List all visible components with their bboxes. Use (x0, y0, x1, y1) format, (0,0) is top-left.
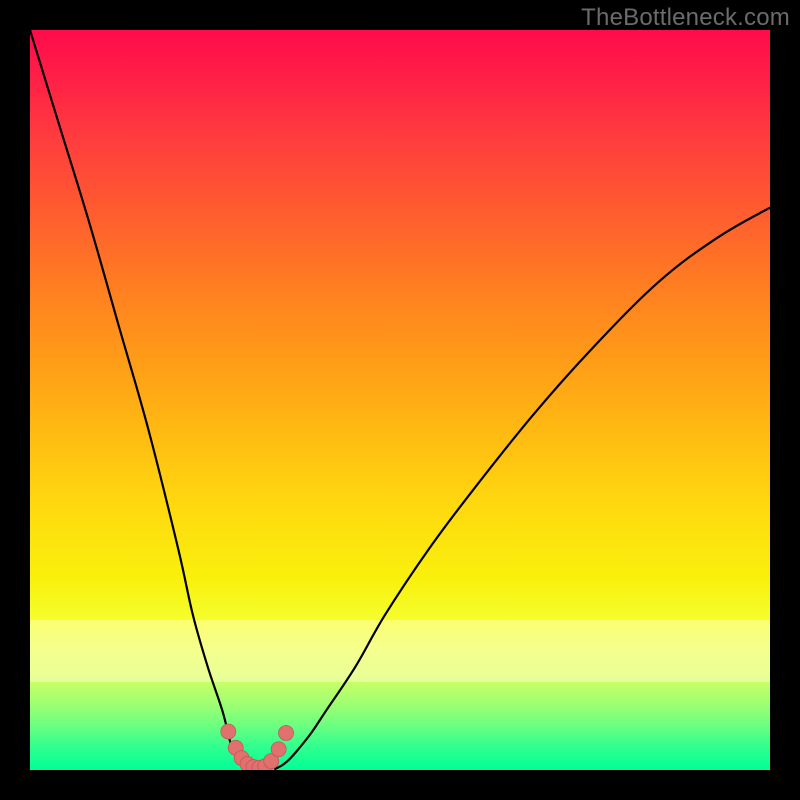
right-curve (274, 208, 770, 770)
valley-marker (221, 724, 236, 739)
valley-marker (271, 742, 286, 757)
watermark-text: TheBottleneck.com (581, 4, 790, 32)
left-curve (30, 30, 252, 769)
chart-stage: TheBottleneck.com (0, 0, 800, 800)
plot-area (30, 30, 770, 770)
valley-marker (279, 726, 294, 741)
valley-markers (221, 724, 294, 770)
curve-layer (30, 30, 770, 770)
